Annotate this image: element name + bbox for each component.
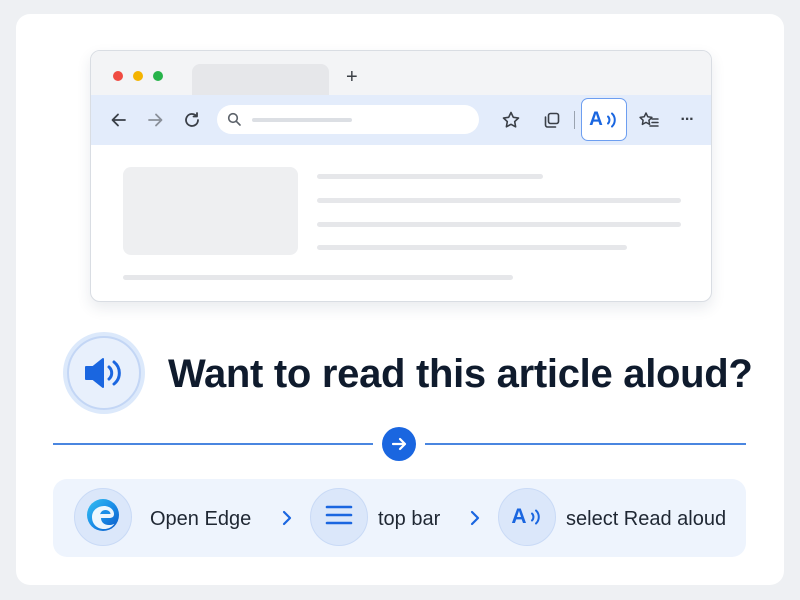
step-3-label: select Read aloud bbox=[566, 508, 727, 530]
back-arrow-icon[interactable] bbox=[107, 108, 131, 132]
divider-line-left bbox=[53, 443, 373, 445]
arrow-right-icon bbox=[382, 427, 416, 461]
favorites-icon[interactable] bbox=[637, 108, 661, 132]
divider-line-right bbox=[425, 443, 746, 445]
read-aloud-icon: A bbox=[511, 505, 542, 529]
text-placeholder-line bbox=[317, 245, 627, 250]
step-2-badge bbox=[310, 488, 368, 546]
headline: Want to read this article aloud? bbox=[168, 352, 753, 396]
new-tab-button[interactable]: + bbox=[346, 65, 358, 89]
browser-window-illustration: + A ··· bbox=[90, 50, 712, 302]
page-content-placeholder bbox=[91, 145, 711, 301]
toolbar-divider bbox=[574, 111, 575, 129]
steps-panel: Open Edge top bar A select Read aloud bbox=[53, 479, 746, 557]
close-window-dot[interactable] bbox=[113, 71, 123, 81]
text-placeholder-line bbox=[317, 222, 681, 227]
step-3-badge: A bbox=[498, 488, 556, 546]
maximize-window-dot[interactable] bbox=[153, 71, 163, 81]
edge-logo-icon bbox=[83, 495, 123, 540]
speaker-icon bbox=[67, 336, 141, 410]
address-bar[interactable] bbox=[217, 105, 479, 134]
menu-lines-icon bbox=[325, 503, 353, 532]
address-placeholder-line bbox=[252, 118, 352, 122]
read-aloud-letter: A bbox=[511, 505, 527, 528]
read-aloud-letter: A bbox=[589, 108, 603, 130]
step-2-label: top bar bbox=[378, 508, 441, 530]
star-icon[interactable] bbox=[499, 108, 523, 132]
browser-titlebar: + bbox=[91, 51, 711, 95]
browser-toolbar: A ··· bbox=[91, 95, 711, 145]
text-placeholder-line bbox=[317, 174, 543, 179]
search-icon bbox=[227, 112, 242, 132]
read-aloud-button[interactable]: A bbox=[581, 98, 627, 141]
image-placeholder bbox=[123, 167, 298, 255]
minimize-window-dot[interactable] bbox=[133, 71, 143, 81]
browser-tab[interactable] bbox=[192, 64, 329, 95]
text-placeholder-line bbox=[317, 198, 681, 203]
chevron-right-icon bbox=[469, 509, 481, 532]
step-1-label: Open Edge bbox=[150, 508, 252, 530]
refresh-icon[interactable] bbox=[180, 108, 204, 132]
speaker-badge bbox=[63, 332, 145, 414]
collections-icon[interactable] bbox=[540, 108, 564, 132]
text-placeholder-line bbox=[123, 275, 513, 280]
forward-arrow-icon[interactable] bbox=[143, 108, 167, 132]
more-icon[interactable]: ··· bbox=[675, 108, 699, 132]
chevron-right-icon bbox=[281, 509, 293, 532]
read-aloud-icon: A bbox=[589, 109, 619, 131]
step-1-badge bbox=[74, 488, 132, 546]
